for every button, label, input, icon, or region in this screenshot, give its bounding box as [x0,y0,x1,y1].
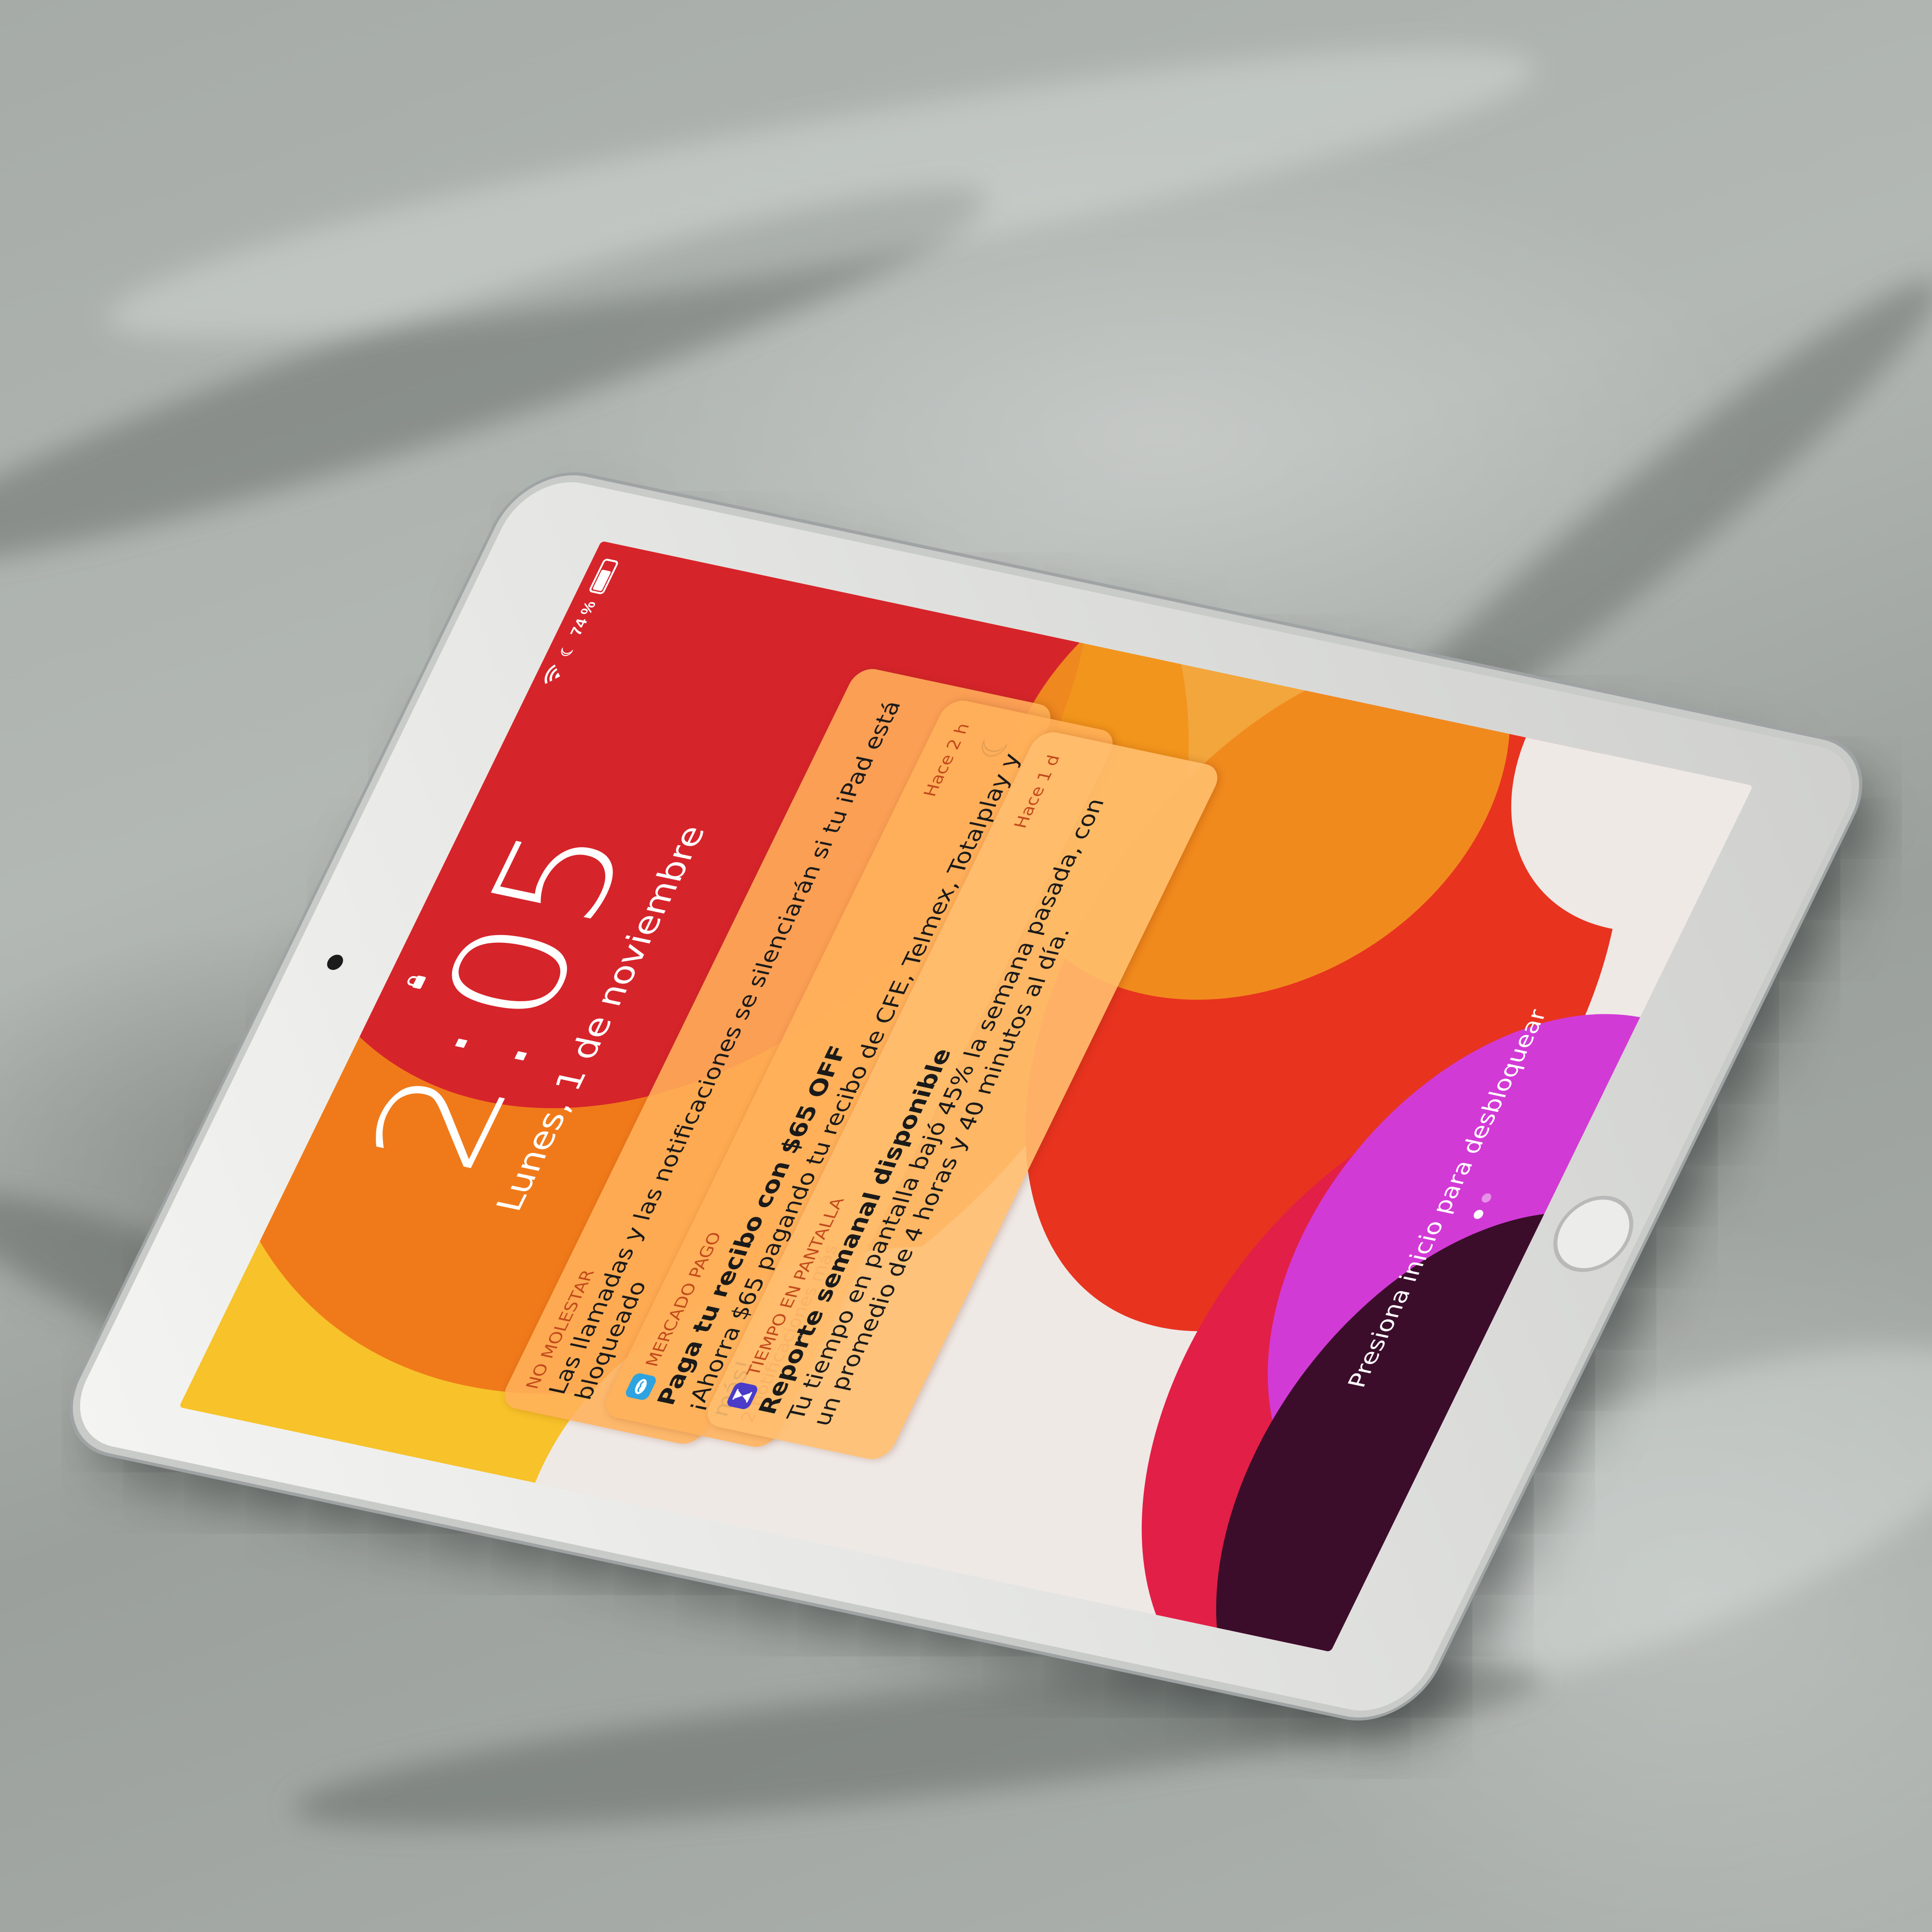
front-camera [324,953,346,971]
battery-level [592,569,611,592]
mercado-pago-icon [624,1372,658,1401]
moon-icon: ☾ [556,642,579,659]
sheet-fold [95,0,1548,391]
home-button[interactable] [1539,1189,1648,1279]
lock-screen[interactable]: ☾ 74 % 2:05 Lunes, 1 de noviembre NO MOL… [179,540,1753,1652]
hourglass-icon [725,1381,760,1410]
bedsheet-background: ☾ 74 % 2:05 Lunes, 1 de noviembre NO MOL… [0,0,1932,1932]
